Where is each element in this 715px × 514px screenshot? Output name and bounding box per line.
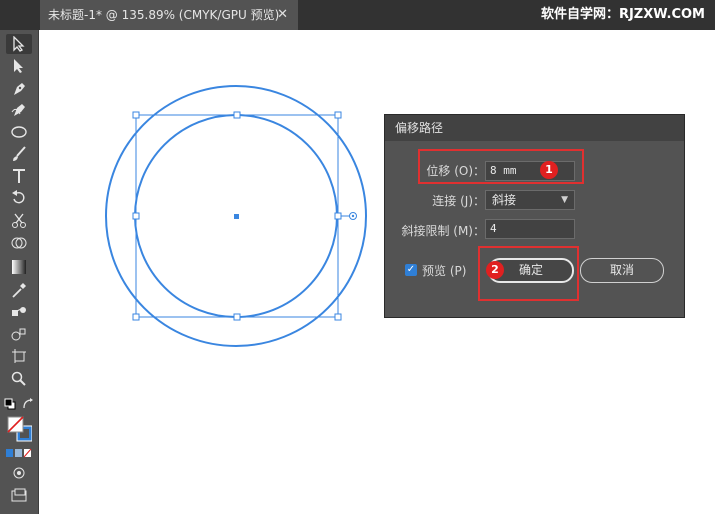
- document-tab[interactable]: 未标题-1* @ 135.89% (CMYK/GPU 预览) ✕: [40, 0, 298, 30]
- preview-checkbox[interactable]: ✓: [405, 264, 417, 276]
- scissors-tool-icon[interactable]: [6, 211, 32, 231]
- blend-tool-icon[interactable]: [6, 302, 32, 322]
- joins-label: 连接 (J)：: [432, 194, 485, 208]
- preview-label: 预览 (P): [422, 264, 467, 278]
- screen-mode-icon[interactable]: [6, 485, 32, 505]
- paintbrush-tool-icon[interactable]: [6, 144, 32, 164]
- miter-limit-label: 斜接限制 (M)：: [401, 224, 485, 238]
- dialog-header: 偏移路径: [385, 115, 684, 141]
- center-point: [234, 214, 239, 219]
- annotation-box-offset: [418, 149, 584, 184]
- direct-selection-tool-icon[interactable]: [6, 56, 32, 76]
- gradient-tool-icon[interactable]: [6, 257, 32, 277]
- annotation-badge-1: 1: [540, 161, 558, 179]
- selection-tool-icon[interactable]: [6, 34, 32, 54]
- rotate-tool-icon[interactable]: [6, 188, 32, 208]
- curvature-tool-icon[interactable]: [6, 100, 32, 120]
- symbol-sprayer-tool-icon[interactable]: [6, 324, 32, 344]
- joins-select-value: 斜接: [492, 193, 517, 207]
- dialog-title: 偏移路径: [395, 121, 444, 135]
- top-bar: 未标题-1* @ 135.89% (CMYK/GPU 预览) ✕ 软件自学网：R…: [0, 0, 715, 30]
- chevron-down-icon: ▼: [561, 195, 568, 205]
- swap-fill-stroke-icon[interactable]: [20, 394, 36, 414]
- cancel-button[interactable]: 取消: [580, 258, 664, 283]
- miter-limit-input[interactable]: 4: [485, 219, 575, 239]
- pen-tool-icon[interactable]: [6, 79, 32, 99]
- shape-builder-tool-icon[interactable]: [6, 233, 32, 253]
- color-mode-buttons[interactable]: [6, 446, 32, 460]
- eyedropper-tool-icon[interactable]: [6, 280, 32, 300]
- watermark-text: 软件自学网：RJZXW.COM: [540, 7, 705, 22]
- annotation-badge-2: 2: [486, 261, 504, 279]
- zoom-tool-icon[interactable]: [6, 369, 32, 389]
- artboard-tool-icon[interactable]: [6, 346, 32, 366]
- type-tool-icon[interactable]: [6, 166, 32, 186]
- default-colors-icon[interactable]: [2, 394, 18, 414]
- drawing-mode-icon[interactable]: [6, 462, 32, 482]
- fill-stroke-swatch[interactable]: [6, 414, 32, 444]
- document-tab-title: 未标题-1* @ 135.89% (CMYK/GPU 预览): [48, 8, 280, 22]
- tools-panel: [0, 30, 39, 514]
- rotate-handle-dot: [351, 214, 355, 218]
- close-icon[interactable]: ✕: [277, 0, 288, 30]
- joins-select[interactable]: 斜接 ▼: [485, 190, 575, 210]
- ellipse-tool-icon[interactable]: [6, 122, 32, 142]
